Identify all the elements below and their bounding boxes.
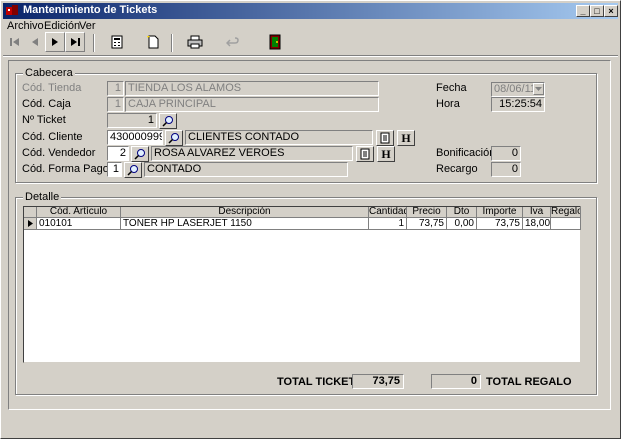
forma-pago-name-field: CONTADO (144, 162, 348, 177)
vendedor-label: Cód. Vendedor (22, 147, 96, 159)
printer-icon (187, 35, 203, 49)
caja-code-field: 1 (107, 97, 124, 112)
cliente-name-field: CLIENTES CONTADO (185, 130, 373, 145)
table-cell[interactable]: 1 (369, 218, 407, 230)
tienda-name-field: TIENDA LOS ALAMOS (125, 81, 379, 96)
last-record-button[interactable] (65, 32, 85, 52)
toolbar-separator (171, 34, 173, 52)
ticket-number-field[interactable]: 1 (107, 113, 157, 128)
search-icon (162, 116, 173, 127)
toolbar-divider (3, 55, 618, 57)
caja-label: Cód. Caja (22, 98, 71, 110)
main-window: Mantenimiento de Tickets _ □ × Archivo E… (0, 0, 621, 439)
forma-pago-search-button[interactable] (124, 162, 142, 178)
cliente-search-button[interactable] (165, 130, 183, 146)
menu-ver[interactable]: Ver (79, 20, 96, 32)
calculator-icon (111, 35, 123, 49)
minimize-button[interactable]: _ (576, 5, 590, 17)
column-header[interactable]: Cantidad (369, 207, 407, 218)
window-title: Mantenimiento de Tickets (23, 4, 158, 16)
app-icon (6, 5, 18, 15)
recargo-label: Recargo (436, 163, 478, 175)
cabecera-title: Cabecera (23, 67, 75, 79)
total-regalo-label: TOTAL REGALO (486, 376, 572, 388)
search-icon (127, 165, 138, 176)
column-header[interactable]: Importe (477, 207, 523, 218)
first-record-icon (10, 38, 19, 46)
table-cell[interactable]: 73,75 (477, 218, 523, 230)
cliente-history-button[interactable]: H (397, 130, 415, 146)
previous-record-button[interactable] (25, 32, 45, 52)
vendedor-name-field: ROSA ALVAREZ VEROES (151, 146, 353, 161)
recargo-field[interactable]: 0 (491, 162, 521, 177)
row-indicator[interactable] (24, 218, 37, 230)
caja-name-field: CAJA PRINCIPAL (125, 97, 379, 112)
table-cell[interactable] (551, 218, 581, 230)
column-header[interactable]: Iva (523, 207, 551, 218)
toolbar (3, 32, 618, 54)
cliente-notes-button[interactable] (376, 130, 394, 146)
new-document-button[interactable] (143, 32, 163, 52)
vendedor-search-button[interactable] (131, 146, 149, 162)
fecha-value: 08/06/11 (494, 83, 537, 95)
tienda-code-field: 1 (107, 81, 124, 96)
forma-pago-code-field[interactable]: 1 (107, 162, 122, 177)
column-header[interactable]: Precio (407, 207, 447, 218)
print-button[interactable] (185, 32, 205, 52)
ticket-search-button[interactable] (159, 113, 177, 129)
detalle-title: Detalle (23, 191, 62, 203)
column-header[interactable]: Descripción (121, 207, 369, 218)
vendedor-history-button[interactable]: H (377, 146, 395, 162)
new-document-icon (147, 35, 159, 49)
hora-label: Hora (436, 98, 460, 110)
chevron-down-icon (535, 87, 542, 91)
vendedor-notes-button[interactable] (356, 146, 374, 162)
maximize-button[interactable]: □ (590, 5, 604, 17)
cliente-label: Cód. Cliente (22, 131, 83, 143)
menu-archivo[interactable]: Archivo (7, 20, 44, 32)
current-row-icon (28, 220, 33, 227)
column-header[interactable]: Cód. Artículo (37, 207, 121, 218)
calculator-button[interactable] (107, 32, 127, 52)
title-bar[interactable]: Mantenimiento de Tickets _ □ × (3, 3, 618, 19)
undo-button[interactable] (223, 32, 243, 52)
cliente-code-field[interactable]: 4300009999 (107, 130, 163, 145)
next-record-icon (52, 38, 58, 46)
previous-record-icon (32, 38, 38, 46)
table-cell[interactable]: 73,75 (407, 218, 447, 230)
vendedor-code-field[interactable]: 2 (107, 146, 129, 161)
table-cell[interactable]: 0,00 (447, 218, 477, 230)
total-ticket-value: 73,75 (352, 374, 404, 389)
total-regalo-value: 0 (431, 374, 481, 389)
next-record-button[interactable] (45, 32, 65, 52)
toolbar-separator (93, 34, 95, 52)
grid-corner (24, 207, 37, 218)
notepad-icon (380, 132, 390, 144)
tienda-label: Cód. Tienda (22, 82, 82, 94)
table-cell[interactable]: TONER HP LASERJET 1150 (121, 218, 369, 230)
notepad-icon (360, 148, 370, 160)
table-cell[interactable]: 18,00 (523, 218, 551, 230)
undo-icon (226, 37, 239, 47)
total-ticket-label: TOTAL TICKET (277, 376, 356, 388)
fecha-label: Fecha (436, 82, 467, 94)
search-icon (134, 149, 145, 160)
column-header[interactable]: Regalo (551, 207, 581, 218)
forma-pago-label: Cód. Forma Pago (22, 163, 109, 175)
close-button[interactable]: × (604, 5, 618, 17)
bonificacion-field[interactable]: 0 (491, 146, 521, 161)
hora-field: 15:25:54 (491, 97, 545, 112)
last-record-icon (71, 38, 80, 46)
table-cell[interactable]: 010101 (37, 218, 121, 230)
ticket-label: Nº Ticket (22, 114, 66, 126)
fecha-dropdown-button[interactable] (533, 83, 544, 95)
bonificacion-label: Bonificación (436, 147, 496, 159)
exit-door-icon (269, 34, 281, 50)
first-record-button[interactable] (5, 32, 25, 52)
exit-button[interactable] (265, 32, 285, 52)
menu-edicion[interactable]: Edición (44, 20, 80, 32)
detalle-grid[interactable]: Cód. Artículo Descripción Cantidad Preci… (23, 206, 581, 363)
column-header[interactable]: Dto (447, 207, 477, 218)
search-icon (168, 133, 179, 144)
